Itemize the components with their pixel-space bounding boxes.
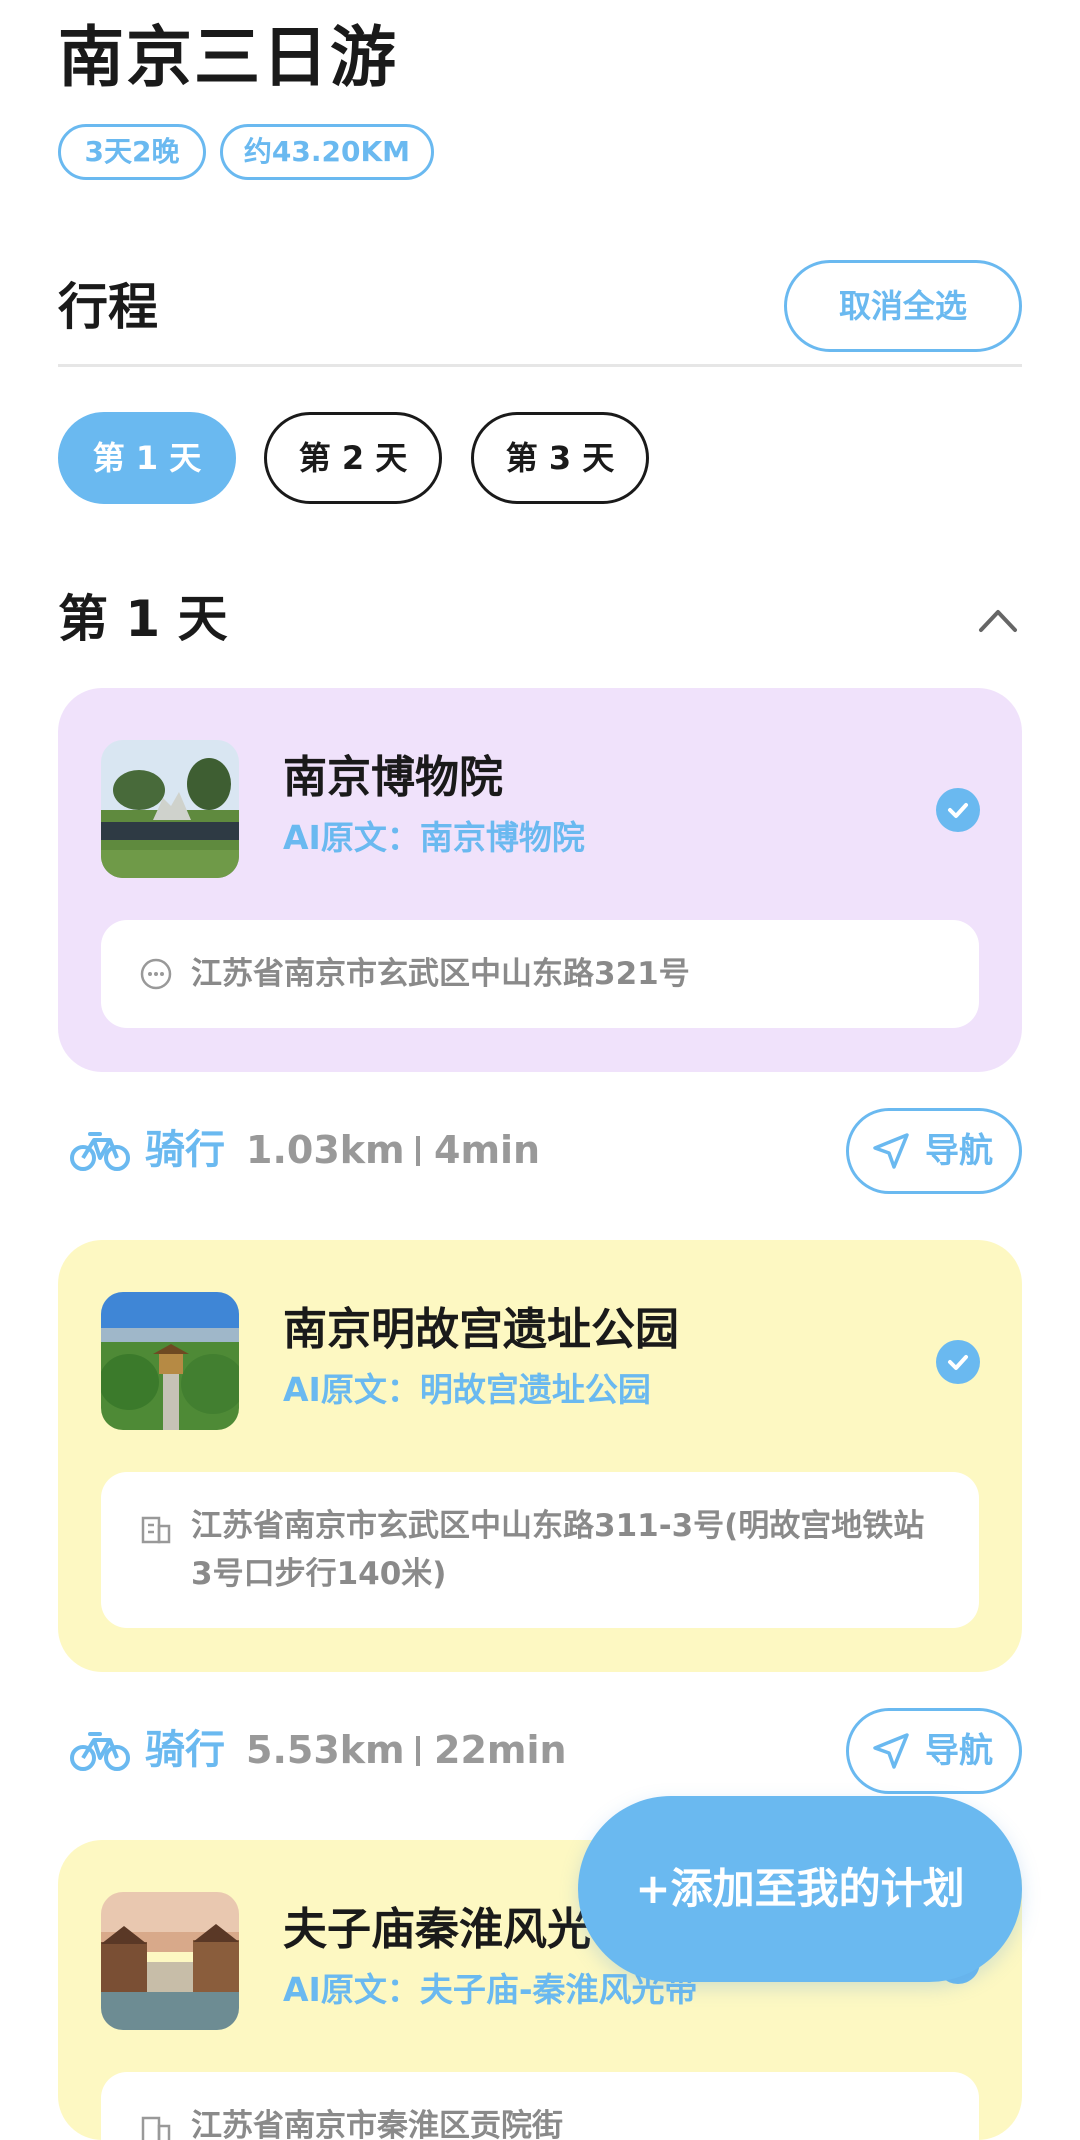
ai-source-text: AI原文：明故宫遗址公园	[283, 1370, 651, 1409]
place-name: 夫子庙秦淮风光	[283, 1904, 591, 1955]
place-thumbnail	[101, 1292, 239, 1430]
building-icon	[141, 2116, 171, 2140]
navigate-button[interactable]: 导航	[846, 1708, 1022, 1794]
place-name: 南京博物院	[283, 752, 503, 803]
travel-mode: 骑行	[145, 1727, 225, 1773]
route-duration: 22min	[434, 1728, 567, 1772]
chevron-up-icon[interactable]	[978, 606, 1018, 634]
route-row: 骑行 1.03km 4min 导航	[70, 1108, 1022, 1194]
separator	[416, 1736, 420, 1766]
address-box: 江苏省南京市玄武区中山东路311-3号(明故宫地铁站3号口步行140米)	[101, 1472, 979, 1628]
bike-icon	[70, 1732, 130, 1771]
travel-mode: 骑行	[145, 1127, 225, 1173]
check-icon[interactable]	[936, 1340, 980, 1384]
place-card[interactable]: 南京明故宫遗址公园 AI原文：明故宫遗址公园 江苏省南京市玄武区中山东路311-…	[58, 1240, 1022, 1672]
building-icon	[141, 1516, 171, 1544]
route-distance: 5.53km	[246, 1728, 405, 1772]
check-icon[interactable]	[936, 788, 980, 832]
place-thumbnail	[101, 740, 239, 878]
tab-day-3[interactable]: 第 3 天	[471, 412, 649, 504]
navigate-label: 导航	[925, 1731, 993, 1771]
navigate-label: 导航	[925, 1131, 993, 1171]
address-box: 江苏省南京市秦淮区贡院街	[101, 2072, 979, 2140]
ai-source-text: AI原文：南京博物院	[283, 818, 585, 857]
bike-icon	[70, 1132, 130, 1171]
route-duration: 4min	[434, 1128, 541, 1172]
address-text: 江苏省南京市秦淮区贡院街	[191, 2108, 563, 2140]
navigation-arrow-icon	[873, 1133, 909, 1169]
place-card[interactable]: 南京博物院 AI原文：南京博物院 江苏省南京市玄武区中山东路321号	[58, 688, 1022, 1072]
route-row: 骑行 5.53km 22min 导航	[70, 1708, 1022, 1794]
itinerary-section-title: 行程	[58, 278, 158, 336]
add-to-plan-button[interactable]: +添加至我的计划	[578, 1796, 1022, 1982]
route-distance: 1.03km	[246, 1128, 405, 1172]
deselect-all-button[interactable]: 取消全选	[784, 260, 1022, 352]
day-heading: 第 1 天	[58, 590, 228, 648]
place-name: 南京明故宫遗址公园	[283, 1304, 679, 1355]
address-text: 江苏省南京市玄武区中山东路321号	[191, 956, 690, 992]
navigation-arrow-icon	[873, 1733, 909, 1769]
section-divider	[58, 364, 1022, 367]
tab-day-2[interactable]: 第 2 天	[264, 412, 442, 504]
location-dots-icon	[140, 958, 172, 990]
separator	[416, 1136, 420, 1166]
distance-tag: 约43.20KM	[220, 124, 434, 180]
tab-day-1[interactable]: 第 1 天	[58, 412, 236, 504]
duration-tag: 3天2晚	[58, 124, 206, 180]
address-text: 江苏省南京市玄武区中山东路311-3号(明故宫地铁站3号口步行140米)	[191, 1508, 925, 1592]
page-title: 南京三日游	[58, 19, 398, 96]
address-box: 江苏省南京市玄武区中山东路321号	[101, 920, 979, 1028]
navigate-button[interactable]: 导航	[846, 1108, 1022, 1194]
place-thumbnail	[101, 1892, 239, 2030]
